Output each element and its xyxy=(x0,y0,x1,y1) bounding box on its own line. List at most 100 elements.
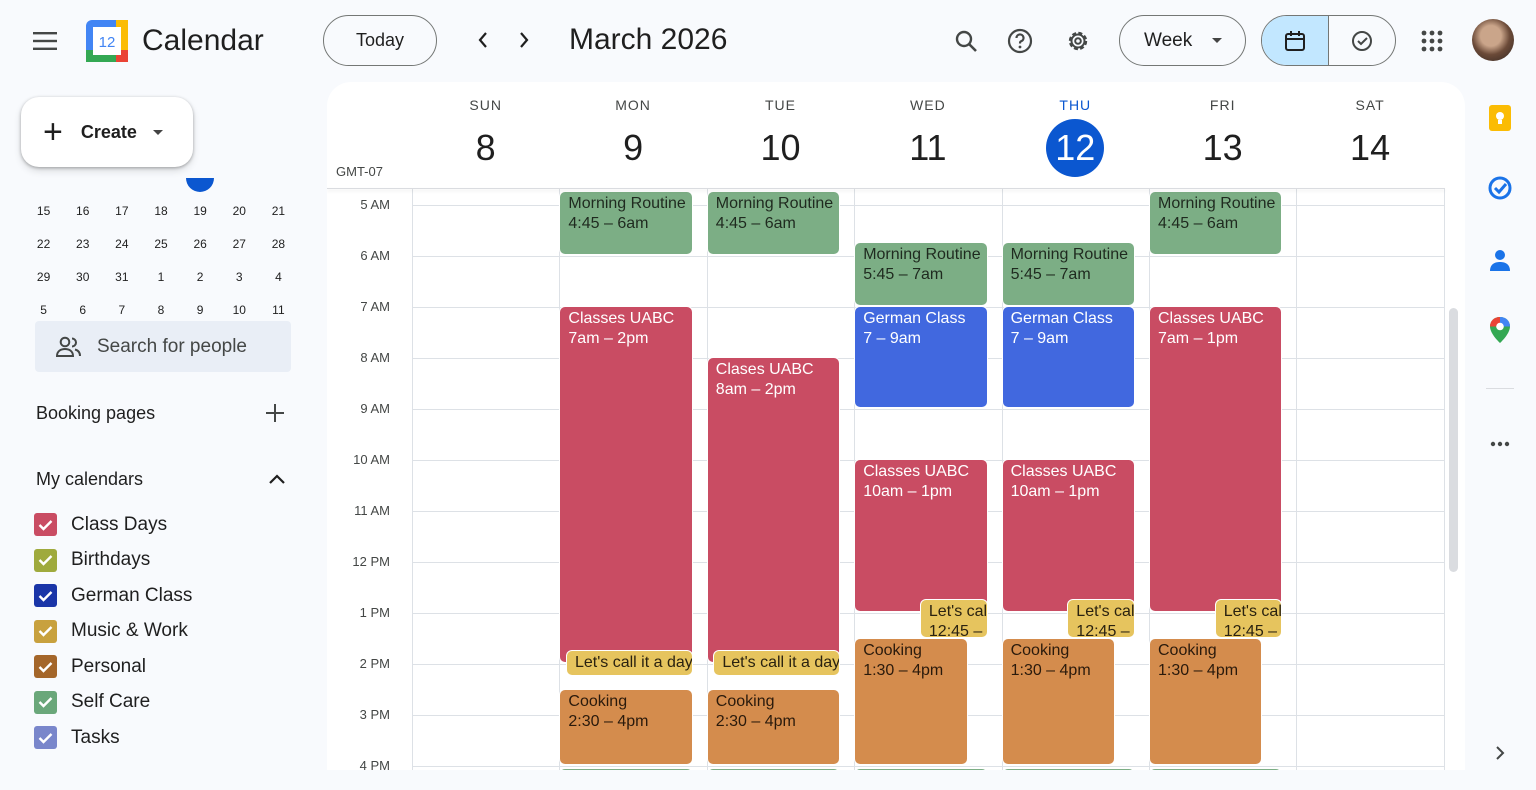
mini-calendar-day[interactable]: 24 xyxy=(102,237,141,251)
mini-calendar-day[interactable]: 3 xyxy=(220,270,259,284)
mini-calendar-day[interactable]: 30 xyxy=(63,270,102,284)
mini-calendar-day[interactable]: 2 xyxy=(181,270,220,284)
search-button[interactable] xyxy=(943,18,989,64)
calendar-event[interactable]: German Class 7 – 9am xyxy=(1002,307,1134,407)
mini-calendar-day[interactable]: 18 xyxy=(141,204,180,218)
calendar-event[interactable]: German Class 7 – 9am xyxy=(855,307,987,407)
contacts-button[interactable] xyxy=(1484,244,1516,276)
calendar-checkbox[interactable] xyxy=(34,726,57,750)
calendar-event[interactable]: Morning Routine 5:45 – 7am xyxy=(1002,243,1134,305)
day-header[interactable]: WED 11 xyxy=(854,82,1001,189)
mini-calendar-day[interactable]: 9 xyxy=(181,303,220,317)
calendar-list-item[interactable]: Class Days xyxy=(34,507,294,543)
day-number[interactable]: 14 xyxy=(1341,119,1399,177)
help-button[interactable] xyxy=(997,18,1043,64)
calendar-event[interactable]: Classes UABC 10am – 1pm xyxy=(855,460,987,611)
calendar-event[interactable] xyxy=(1002,768,1134,770)
calendar-list-item[interactable]: Birthdays xyxy=(34,543,294,579)
mini-calendar-day[interactable]: 16 xyxy=(63,204,102,218)
calendar-logo[interactable]: 12 xyxy=(86,20,128,62)
calendar-event[interactable]: Morning Routine 4:45 – 6am xyxy=(560,192,692,254)
time-grid[interactable]: 5 AM 6 AM 7 AM 8 AM 9 AM 10 AM 11 AM 12 PM 1 PM 2… xyxy=(327,189,1445,770)
mini-calendar-day[interactable]: 5 xyxy=(24,303,63,317)
mini-calendar-day[interactable]: 19 xyxy=(181,204,220,218)
day-number[interactable]: 9 xyxy=(604,119,662,177)
day-header[interactable]: FRI 13 xyxy=(1149,82,1296,189)
next-week-button[interactable] xyxy=(504,20,544,60)
mini-calendar-day[interactable]: 17 xyxy=(102,204,141,218)
tasks-view-toggle[interactable] xyxy=(1329,16,1395,65)
calendar-event[interactable]: Morning Routine 5:45 – 7am xyxy=(855,243,987,305)
calendar-event[interactable]: Clases UABC 8am – 2pm xyxy=(707,358,840,662)
mini-calendar-day[interactable]: 26 xyxy=(181,237,220,251)
calendar-event[interactable]: Classes UABC 7am – 1pm xyxy=(1150,307,1282,611)
calendar-checkbox[interactable] xyxy=(34,655,57,679)
day-header[interactable]: MON 9 xyxy=(559,82,706,189)
calendar-list-item[interactable]: Music & Work xyxy=(34,614,294,650)
calendar-list-item[interactable]: Tasks xyxy=(34,720,294,756)
mini-calendar-day[interactable]: 10 xyxy=(220,303,259,317)
day-number[interactable]: 13 xyxy=(1194,119,1252,177)
tasks-button[interactable] xyxy=(1484,172,1516,204)
day-number[interactable]: 12 xyxy=(1046,119,1105,177)
calendar-event[interactable]: Let's call it a day 12:45 – 1:30pm xyxy=(1215,600,1282,637)
day-number[interactable]: 8 xyxy=(457,119,515,177)
mini-calendar-day[interactable]: 31 xyxy=(102,270,141,284)
day-header[interactable]: SAT 14 xyxy=(1296,82,1443,189)
calendar-event[interactable]: Cooking 2:30 – 4pm xyxy=(560,689,692,764)
account-avatar[interactable] xyxy=(1472,19,1514,61)
calendar-event[interactable]: Let's call it a day 12:45 – 1:30pm xyxy=(920,600,987,637)
main-menu-button[interactable] xyxy=(22,18,68,64)
add-booking-page-button[interactable] xyxy=(260,398,290,428)
calendar-event[interactable] xyxy=(560,768,692,770)
calendar-event[interactable]: Morning Routine 4:45 – 6am xyxy=(707,192,840,254)
calendar-event[interactable]: Cooking 1:30 – 4pm xyxy=(1150,638,1262,764)
calendar-event[interactable] xyxy=(707,768,840,770)
calendar-event[interactable]: Cooking 2:30 – 4pm xyxy=(707,689,840,764)
mini-calendar-day[interactable]: 25 xyxy=(141,237,180,251)
maps-button[interactable] xyxy=(1484,314,1516,346)
mini-calendar-day[interactable]: 20 xyxy=(220,204,259,218)
day-number[interactable]: 11 xyxy=(899,119,957,177)
today-button[interactable]: Today xyxy=(323,15,437,66)
calendar-checkbox[interactable] xyxy=(34,548,57,572)
calendar-event[interactable]: Let's call it a day xyxy=(566,651,692,675)
collapse-my-calendars-button[interactable] xyxy=(262,464,292,494)
calendar-event[interactable]: Cooking 1:30 – 4pm xyxy=(1002,638,1114,764)
my-calendars-title[interactable]: My calendars xyxy=(36,469,143,490)
grid-scrollbar[interactable] xyxy=(1449,308,1458,572)
mini-calendar-day[interactable]: 4 xyxy=(259,270,298,284)
apps-launcher-button[interactable] xyxy=(1409,18,1455,64)
calendar-checkbox[interactable] xyxy=(34,584,57,608)
view-select[interactable]: Week xyxy=(1119,15,1246,66)
create-button[interactable]: + Create xyxy=(21,97,193,167)
calendar-list-item[interactable]: Personal xyxy=(34,649,294,685)
mini-calendar-day[interactable]: 23 xyxy=(63,237,102,251)
mini-calendar-day[interactable]: 8 xyxy=(141,303,180,317)
mini-calendar-day[interactable]: 28 xyxy=(259,237,298,251)
mini-calendar-day[interactable]: 7 xyxy=(102,303,141,317)
day-header[interactable]: THU 12 xyxy=(1002,82,1149,189)
keep-button[interactable] xyxy=(1484,102,1516,134)
more-addons-button[interactable] xyxy=(1484,428,1516,460)
calendar-event[interactable]: Let's call it a day 12:45 – 1:30pm xyxy=(1068,600,1134,637)
calendar-event[interactable]: Cooking 1:30 – 4pm xyxy=(855,638,967,764)
mini-calendar-day[interactable]: 6 xyxy=(63,303,102,317)
calendar-event[interactable] xyxy=(1150,768,1282,770)
calendar-event[interactable]: Classes UABC 7am – 2pm xyxy=(560,307,692,662)
mini-calendar-day[interactable]: 29 xyxy=(24,270,63,284)
mini-calendar-day[interactable]: 15 xyxy=(24,204,63,218)
day-header[interactable]: TUE 10 xyxy=(707,82,854,189)
settings-button[interactable] xyxy=(1055,18,1101,64)
calendar-event[interactable]: Let's call it a day xyxy=(714,651,840,675)
calendar-checkbox[interactable] xyxy=(34,513,57,537)
calendar-event[interactable]: Morning Routine 4:45 – 6am xyxy=(1150,192,1282,254)
calendar-event[interactable]: Classes UABC 10am – 1pm xyxy=(1002,460,1134,611)
mini-calendar-day[interactable]: 1 xyxy=(141,270,180,284)
calendar-event[interactable] xyxy=(855,768,987,770)
mini-calendar-day[interactable]: 11 xyxy=(259,303,298,317)
calendar-view-toggle[interactable] xyxy=(1262,16,1329,65)
calendar-list-item[interactable]: Self Care xyxy=(34,685,294,721)
day-number[interactable]: 10 xyxy=(751,119,809,177)
calendar-checkbox[interactable] xyxy=(34,619,57,643)
